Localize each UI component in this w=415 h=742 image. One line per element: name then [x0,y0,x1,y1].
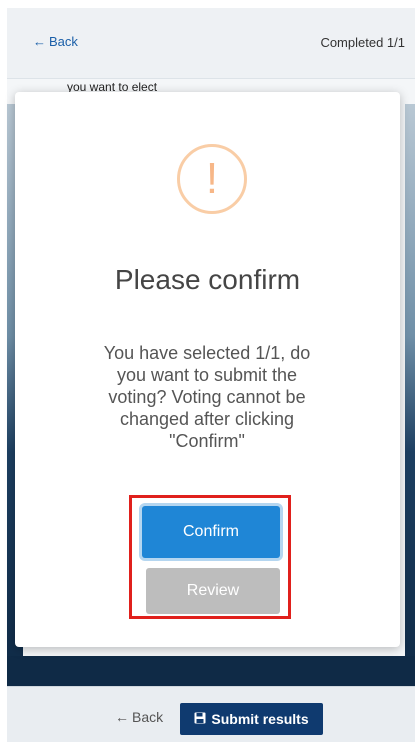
save-icon [194,711,206,727]
dialog-title: Please confirm [114,264,301,295]
confirm-dialog: ! Please confirm You have selected 1/1, … [15,92,400,647]
footer-bar: ← Back Submit results [7,686,415,742]
completed-counter: Completed 1/1 [320,35,405,50]
review-button[interactable]: Review [146,568,280,614]
background-image-right [405,104,415,684]
dialog-button-group-highlight: Confirm Review [129,495,291,619]
arrow-left-icon: ← [33,34,46,49]
header-back-label: Back [49,34,78,49]
header-back-link[interactable]: ← Back [33,34,78,49]
top-bar: ← Back Completed 1/1 [7,8,415,79]
footer-back-button[interactable]: ← Back [115,709,163,725]
exclamation-icon: ! [177,144,247,214]
dialog-message: You have selected 1/1, do you want to su… [103,343,311,451]
confirm-button[interactable]: Confirm [142,506,280,558]
submit-results-label: Submit results [211,711,309,727]
submit-results-button[interactable]: Submit results [180,703,323,735]
background-band [7,656,415,686]
footer-back-label: Back [132,709,164,725]
arrow-left-icon: ← [115,709,129,725]
